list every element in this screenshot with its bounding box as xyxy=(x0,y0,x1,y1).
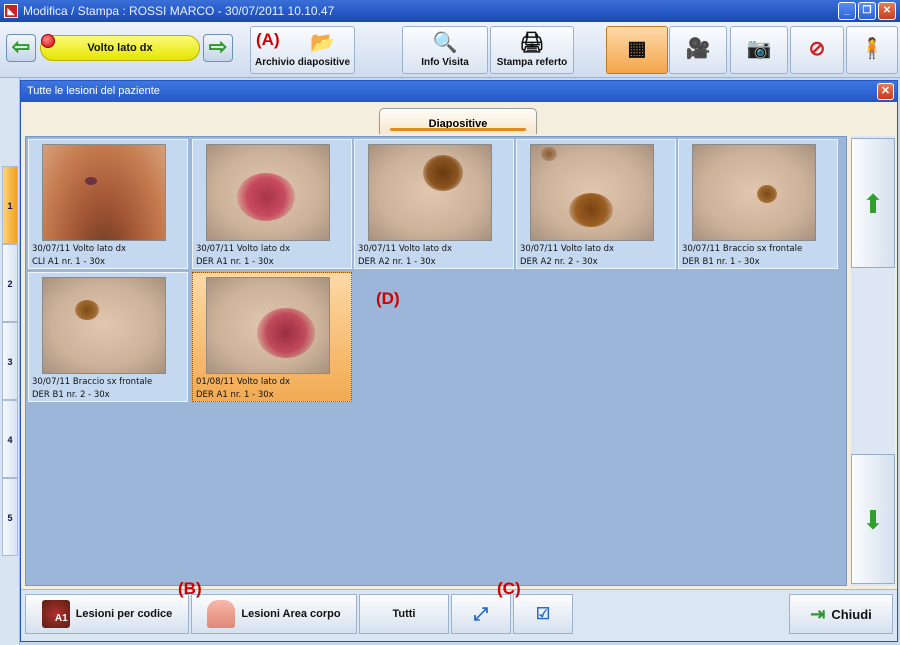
marker-d: (D) xyxy=(376,289,400,308)
video-camera-icon: 🎥 xyxy=(685,38,711,60)
back-arrow-icon[interactable]: ⇦ xyxy=(6,34,36,62)
slide-thumbnail[interactable]: 30/07/11 Braccio sx frontale DER B1 nr. … xyxy=(678,139,838,269)
slides-gallery: 30/07/11 Volto lato dx CLI A1 nr. 1 - 30… xyxy=(25,136,847,586)
minimize-icon[interactable]: _ xyxy=(838,2,856,20)
slide-thumbnail[interactable]: 30/07/11 Volto lato dx DER A1 nr. 1 - 30… xyxy=(192,139,352,269)
no-photo-button[interactable]: ⊘ xyxy=(790,26,844,74)
lesions-by-code-button[interactable]: A1 Lesioni per codice xyxy=(25,594,189,634)
clinical-photo xyxy=(42,144,166,241)
dialog-title: Tutte le lesioni del paziente xyxy=(27,85,160,97)
dialog-close-icon[interactable]: ✕ xyxy=(877,83,894,100)
slide-caption-line1: 30/07/11 Volto lato dx xyxy=(196,244,291,254)
strip-item-3[interactable]: 3 xyxy=(2,322,18,400)
slide-caption-line2: CLI A1 nr. 1 - 30x xyxy=(32,257,106,267)
slide-thumbnail[interactable]: 30/07/11 Braccio sx frontale DER B1 nr. … xyxy=(28,272,188,402)
dermoscopy-photo xyxy=(206,144,330,241)
lesions-view-button[interactable]: ▦ xyxy=(606,26,668,74)
camera-icon: 📷 xyxy=(746,38,772,60)
dermoscopy-photo xyxy=(368,144,492,241)
main-toolbar: ⇦ Volto lato dx ⇨ 📂 Archivio diapositive… xyxy=(0,22,900,78)
human-body-icon: 🧍 xyxy=(859,38,885,60)
location-label: Volto lato dx xyxy=(87,42,153,54)
info-visit-button[interactable]: 🔍 Info Visita xyxy=(402,26,488,74)
slide-caption-line1: 30/07/11 Volto lato dx xyxy=(520,244,615,254)
close-label: Chiudi xyxy=(831,606,872,622)
slide-caption-line1: 30/07/11 Braccio sx frontale xyxy=(682,244,803,254)
strip-item-1[interactable]: 1 xyxy=(2,166,18,244)
app-logo-icon: ◣ xyxy=(4,4,18,18)
slide-caption-line2: DER A1 nr. 1 - 30x xyxy=(196,390,274,400)
dermoscopy-photo xyxy=(42,277,166,374)
video-camera-button[interactable]: 🎥 xyxy=(669,26,727,74)
lesion-code-icon: A1 xyxy=(41,600,70,628)
fullscreen-button[interactable]: ⤢ xyxy=(451,594,511,634)
strip-item-5[interactable]: 5 xyxy=(2,478,18,556)
tab-slides[interactable]: Diapositive xyxy=(379,108,537,134)
dermoscopy-photo xyxy=(530,144,654,241)
tab-bar: Diapositive xyxy=(21,102,897,134)
slide-thumbnail-selected[interactable]: 01/08/11 Volto lato dx DER A1 nr. 1 - 30… xyxy=(192,272,352,402)
human-body-icon xyxy=(207,600,236,628)
marker-a: (A) xyxy=(256,30,280,49)
dialog-footer: A1 Lesioni per codice Lesioni Area corpo… xyxy=(21,589,897,641)
dialog-titlebar: Tutte le lesioni del paziente ✕ xyxy=(21,81,897,102)
info-visit-label: Info Visita xyxy=(421,57,469,68)
slide-caption-line2: DER A1 nr. 1 - 30x xyxy=(196,257,274,267)
window-titlebar: ◣ Modifica / Stampa : ROSSI MARCO - 30/0… xyxy=(0,0,900,22)
slide-caption-line1: 01/08/11 Volto lato dx xyxy=(196,377,291,387)
exit-door-icon: ⇥ xyxy=(810,603,826,624)
status-dot-icon xyxy=(41,34,55,48)
all-button[interactable]: Tutti xyxy=(359,594,449,634)
restore-icon[interactable]: ❐ xyxy=(858,2,876,20)
slide-thumbnail[interactable]: 30/07/11 Volto lato dx CLI A1 nr. 1 - 30… xyxy=(28,139,188,269)
magnifier-icon: 🔍 xyxy=(432,32,458,54)
window-title: Modifica / Stampa : ROSSI MARCO - 30/07/… xyxy=(23,4,335,18)
close-icon[interactable]: ✕ xyxy=(878,2,896,20)
select-all-button[interactable]: ☑ xyxy=(513,594,573,634)
slide-caption-line2: DER B1 nr. 2 - 30x xyxy=(32,390,110,400)
printer-icon: 🖨 xyxy=(519,32,545,54)
slide-thumbnail[interactable]: 30/07/11 Volto lato dx DER A2 nr. 2 - 30… xyxy=(516,139,676,269)
marker-b: (B) xyxy=(178,579,202,598)
forward-arrow-icon[interactable]: ⇨ xyxy=(203,34,233,62)
dermoscopy-photo xyxy=(692,144,816,241)
forbidden-icon: ⊘ xyxy=(808,38,826,60)
lesions-by-area-button[interactable]: Lesioni Area corpo xyxy=(191,594,357,634)
slide-caption-line1: 30/07/11 Volto lato dx xyxy=(358,244,453,254)
print-report-label: Stampa referto xyxy=(496,57,568,68)
lesions-by-code-label: Lesioni per codice xyxy=(75,608,173,620)
print-report-button[interactable]: 🖨 Stampa referto xyxy=(490,26,574,74)
location-selector[interactable]: Volto lato dx xyxy=(40,34,200,61)
slide-thumbnail[interactable]: 30/07/11 Volto lato dx DER A2 nr. 1 - 30… xyxy=(354,139,514,269)
close-button[interactable]: ⇥ Chiudi xyxy=(789,594,893,634)
checkbox-icon: ☑ xyxy=(535,606,551,623)
marker-c: (C) xyxy=(497,579,521,598)
lesions-by-area-label: Lesioni Area corpo xyxy=(241,608,341,620)
body-map-button[interactable]: 🧍 xyxy=(846,26,898,74)
strip-item-2[interactable]: 2 xyxy=(2,244,18,322)
dermoscopy-photo xyxy=(206,277,330,374)
slide-caption-line2: DER B1 nr. 1 - 30x xyxy=(682,257,760,267)
camera-button[interactable]: 📷 xyxy=(730,26,788,74)
slide-caption-line1: 30/07/11 Volto lato dx xyxy=(32,244,127,254)
slide-caption-line2: DER A2 nr. 2 - 30x xyxy=(520,257,598,267)
lesions-dialog: Tutte le lesioni del paziente ✕ Diaposit… xyxy=(20,80,898,642)
expand-icon: ⤢ xyxy=(473,603,489,624)
lesions-grid-icon: ▦ xyxy=(627,38,647,60)
slide-caption-line1: 30/07/11 Braccio sx frontale xyxy=(32,377,153,387)
left-strip: 1 2 3 4 5 xyxy=(0,78,20,645)
archive-slides-label: Archivio diapositive xyxy=(254,57,351,68)
slide-caption-line2: DER A2 nr. 1 - 30x xyxy=(358,257,436,267)
all-label: Tutti xyxy=(392,608,416,620)
scroll-down-arrow-icon[interactable]: ⬇ xyxy=(851,454,895,584)
scroll-column: ⬆ ⬇ xyxy=(851,136,895,586)
strip-item-4[interactable]: 4 xyxy=(2,400,18,478)
scroll-up-arrow-icon[interactable]: ⬆ xyxy=(851,138,895,268)
